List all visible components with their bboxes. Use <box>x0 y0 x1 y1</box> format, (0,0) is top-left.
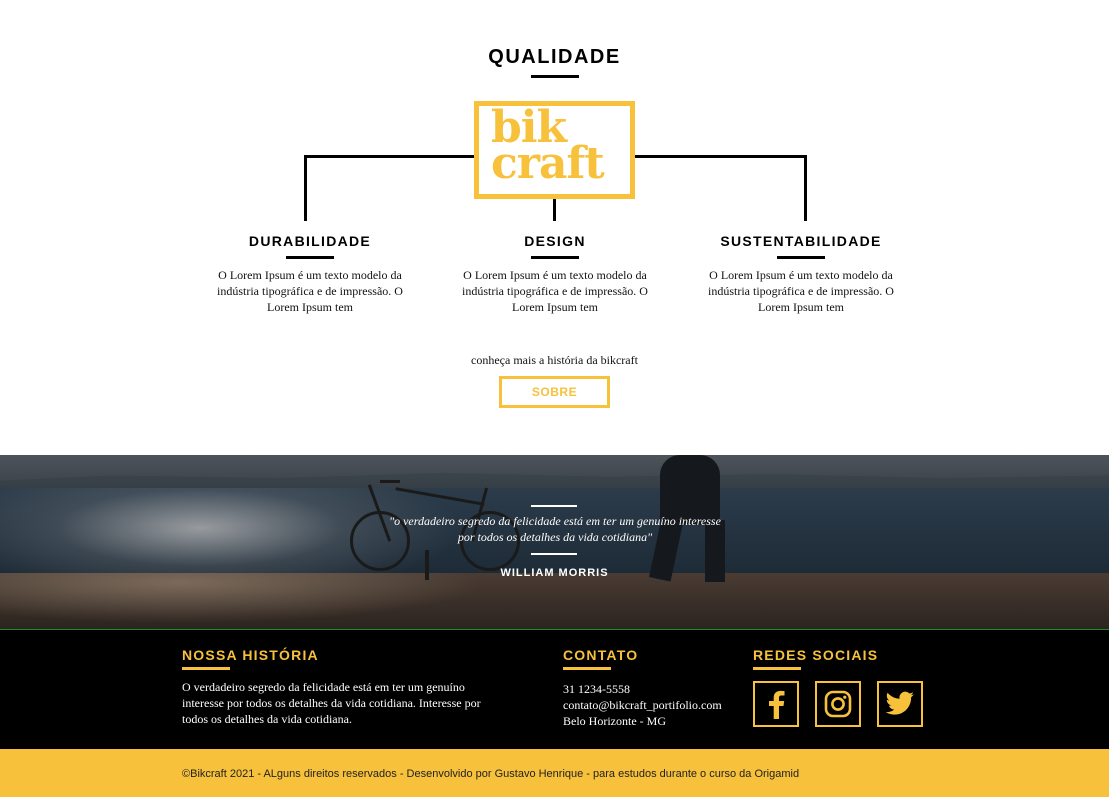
feature-underline <box>286 256 334 259</box>
quote-bottom-line <box>531 553 577 555</box>
connector-center-vertical <box>553 197 556 221</box>
bicycle-seat <box>380 480 400 483</box>
facebook-link[interactable] <box>753 681 799 727</box>
footer-history-text: O verdadeiro segredo da felicidade está … <box>182 680 481 726</box>
footer-social-title: REDES SOCIAIS <box>753 647 879 663</box>
twitter-link[interactable] <box>877 681 923 727</box>
copyright-text: ©Bikcraft 2021 - ALguns direitos reserva… <box>182 768 800 780</box>
quote-top-line <box>531 505 577 507</box>
contact-email[interactable]: contato@bikcraft_portifolio.com <box>563 697 722 713</box>
feature-text: O Lorem Ipsum é um texto modelo da indús… <box>708 268 894 314</box>
feature-title: SUSTENTABILIDADE <box>720 233 882 249</box>
feature-durabilidade: DURABILIDADE O Lorem Ipsum é um texto mo… <box>210 233 410 315</box>
feature-title: DESIGN <box>524 233 586 249</box>
instagram-icon <box>824 690 852 718</box>
feature-underline <box>531 256 579 259</box>
contact-phone: 31 1234-5558 <box>563 682 630 696</box>
footer-social-underline <box>753 667 801 670</box>
feature-text: O Lorem Ipsum é um texto modelo da indús… <box>462 268 648 314</box>
feature-sustentabilidade: SUSTENTABILIDADE O Lorem Ipsum é um text… <box>701 233 901 315</box>
quote-author: WILLIAM MORRIS <box>500 567 609 579</box>
logo-line-2: craft <box>491 138 605 189</box>
footer-history-title: NOSSA HISTÓRIA <box>182 647 319 663</box>
footer-history-underline <box>182 667 230 670</box>
feature-underline <box>777 256 825 259</box>
banner-ground <box>0 573 1109 629</box>
quote-text: "o verdadeiro segredo da felicidade está… <box>389 514 721 544</box>
sobre-button[interactable]: SOBRE <box>499 376 610 408</box>
footer-contact-title: CONTATO <box>563 647 639 663</box>
connector-left-vertical <box>304 155 307 221</box>
footer <box>0 629 1109 749</box>
bikcraft-logo: bik craft <box>474 101 635 199</box>
section-title: QUALIDADE <box>488 46 621 68</box>
twitter-icon <box>885 691 914 715</box>
more-history-text: conheça mais a história da bikcraft <box>471 353 638 367</box>
instagram-link[interactable] <box>815 681 861 727</box>
feature-design: DESIGN O Lorem Ipsum é um texto modelo d… <box>455 233 655 315</box>
feature-text: O Lorem Ipsum é um texto modelo da indús… <box>217 268 403 314</box>
quality-section: QUALIDADE bik craft DURABILIDADE O Lorem… <box>0 0 1109 455</box>
title-underline <box>531 75 579 78</box>
feature-title: DURABILIDADE <box>248 233 372 249</box>
connector-left-horizontal <box>304 155 476 158</box>
connector-right-vertical <box>804 155 807 221</box>
copyright-bar: ©Bikcraft 2021 - ALguns direitos reserva… <box>0 749 1109 797</box>
contact-city: Belo Horizonte - MG <box>563 714 666 728</box>
facebook-icon <box>769 690 785 719</box>
connector-right-horizontal <box>633 155 807 158</box>
footer-contact-underline <box>563 667 611 670</box>
